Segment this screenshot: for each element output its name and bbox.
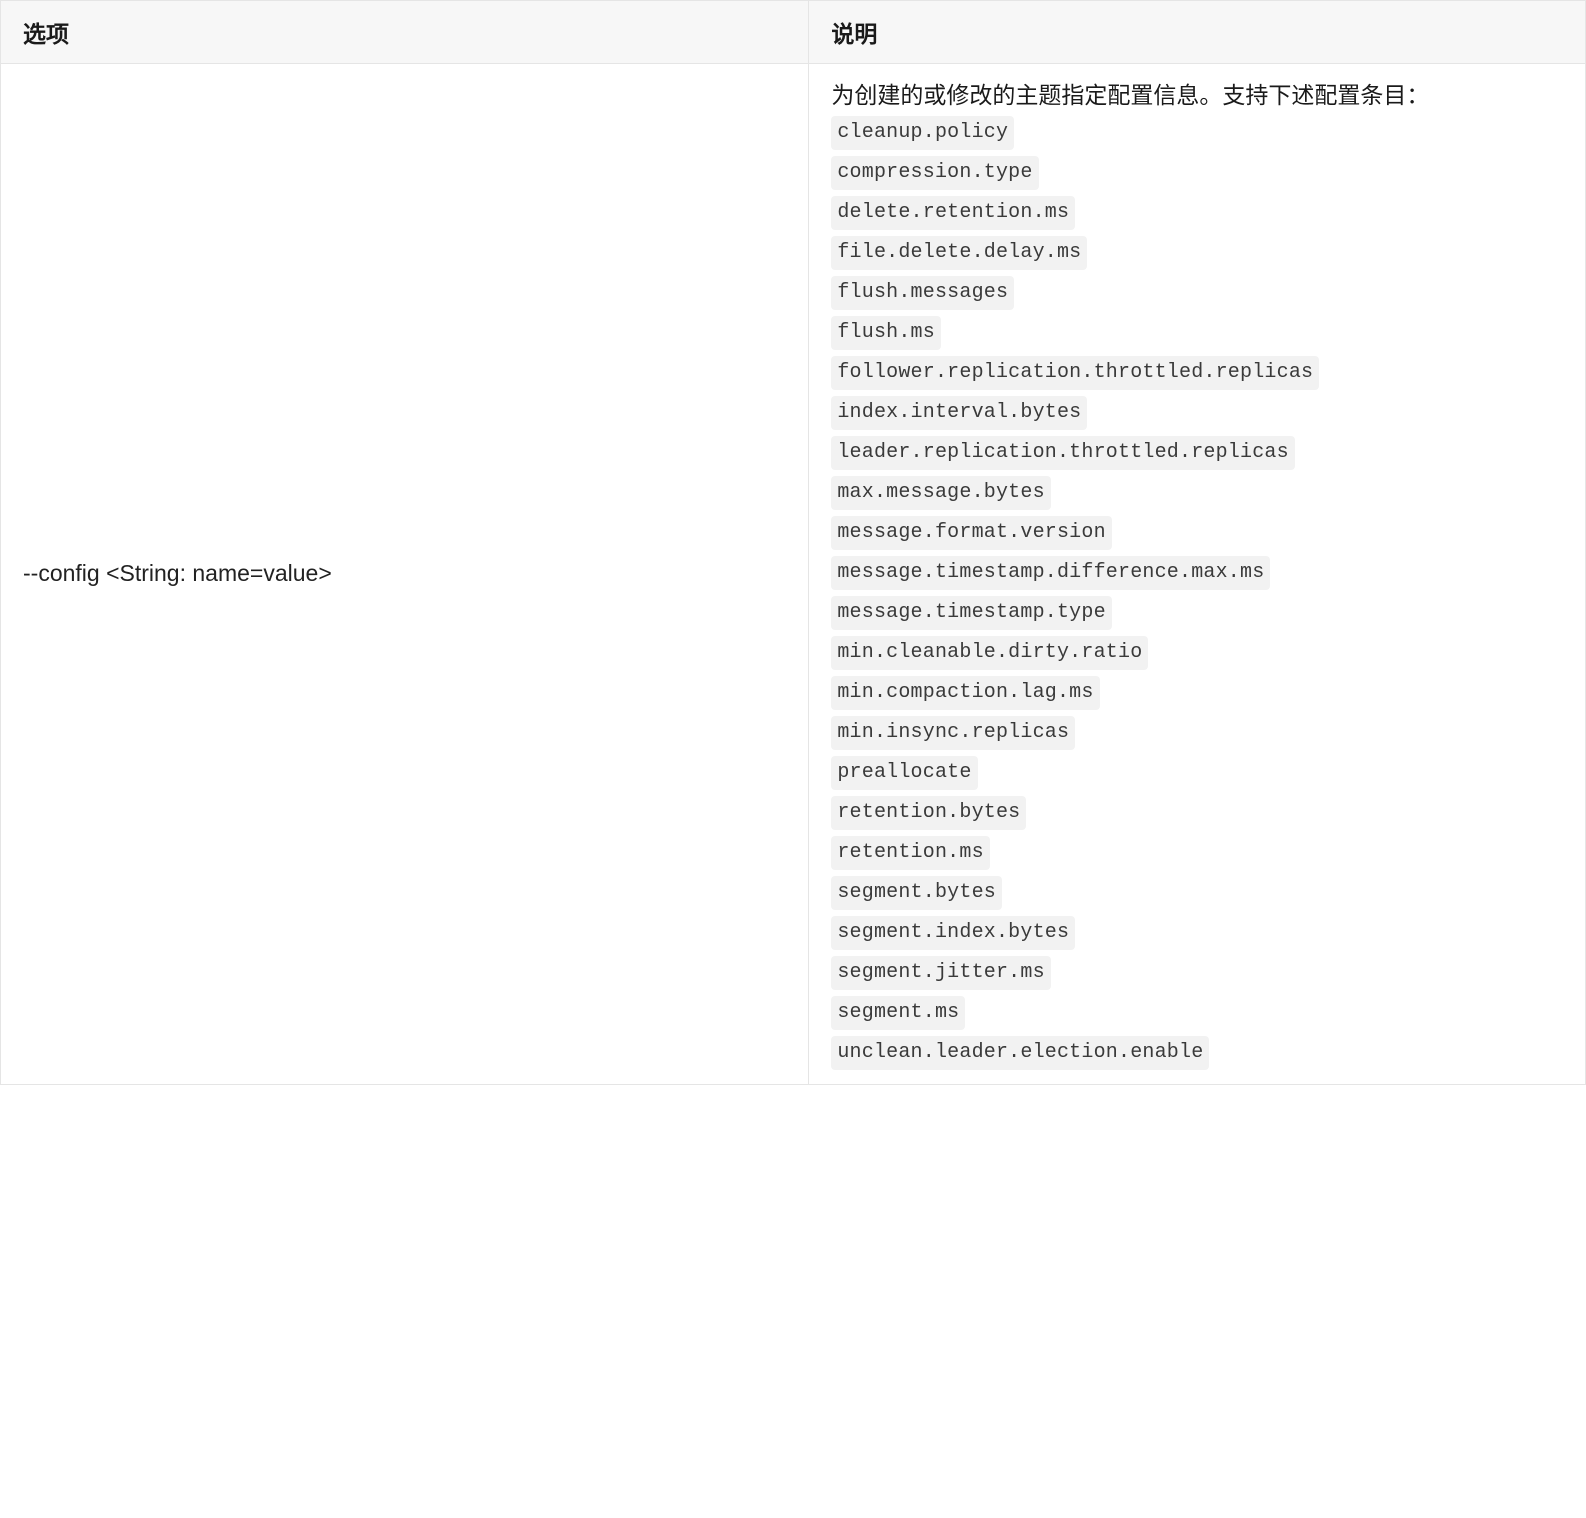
config-entry: file.delete.delay.ms bbox=[831, 236, 1087, 270]
option-text: --config <String: name=value> bbox=[23, 560, 332, 586]
config-entry: unclean.leader.election.enable bbox=[831, 1036, 1209, 1070]
config-entry: leader.replication.throttled.replicas bbox=[831, 436, 1294, 470]
description-cell: 为创建的或修改的主题指定配置信息。支持下述配置条目： cleanup.polic… bbox=[809, 64, 1586, 1085]
config-entry: segment.jitter.ms bbox=[831, 956, 1050, 990]
config-entry: cleanup.policy bbox=[831, 116, 1014, 150]
config-entry: message.timestamp.type bbox=[831, 596, 1111, 630]
config-entry: segment.ms bbox=[831, 996, 965, 1030]
config-entry: flush.messages bbox=[831, 276, 1014, 310]
option-cell: --config <String: name=value> bbox=[1, 64, 809, 1085]
header-description: 说明 bbox=[809, 1, 1586, 64]
table-row: --config <String: name=value> 为创建的或修改的主题… bbox=[1, 64, 1586, 1085]
config-entry: segment.index.bytes bbox=[831, 916, 1075, 950]
config-entry: follower.replication.throttled.replicas bbox=[831, 356, 1319, 390]
config-entry: message.timestamp.difference.max.ms bbox=[831, 556, 1270, 590]
description-intro: 为创建的或修改的主题指定配置信息。支持下述配置条目： bbox=[831, 78, 1563, 114]
config-entry: max.message.bytes bbox=[831, 476, 1050, 510]
config-entry: retention.ms bbox=[831, 836, 989, 870]
config-entry: compression.type bbox=[831, 156, 1038, 190]
config-entry: min.cleanable.dirty.ratio bbox=[831, 636, 1148, 670]
config-entry: flush.ms bbox=[831, 316, 941, 350]
config-entry: message.format.version bbox=[831, 516, 1111, 550]
config-entry: min.compaction.lag.ms bbox=[831, 676, 1099, 710]
header-option: 选项 bbox=[1, 1, 809, 64]
config-entries-list: cleanup.policy compression.type delete.ret… bbox=[831, 116, 1563, 1070]
config-entry: segment.bytes bbox=[831, 876, 1002, 910]
config-entry: min.insync.replicas bbox=[831, 716, 1075, 750]
config-entry: preallocate bbox=[831, 756, 977, 790]
config-entry: retention.bytes bbox=[831, 796, 1026, 830]
config-entry: index.interval.bytes bbox=[831, 396, 1087, 430]
config-entry: delete.retention.ms bbox=[831, 196, 1075, 230]
table-header-row: 选项 说明 bbox=[1, 1, 1586, 64]
options-table: 选项 说明 --config <String: name=value> 为创建的… bbox=[0, 0, 1586, 1085]
